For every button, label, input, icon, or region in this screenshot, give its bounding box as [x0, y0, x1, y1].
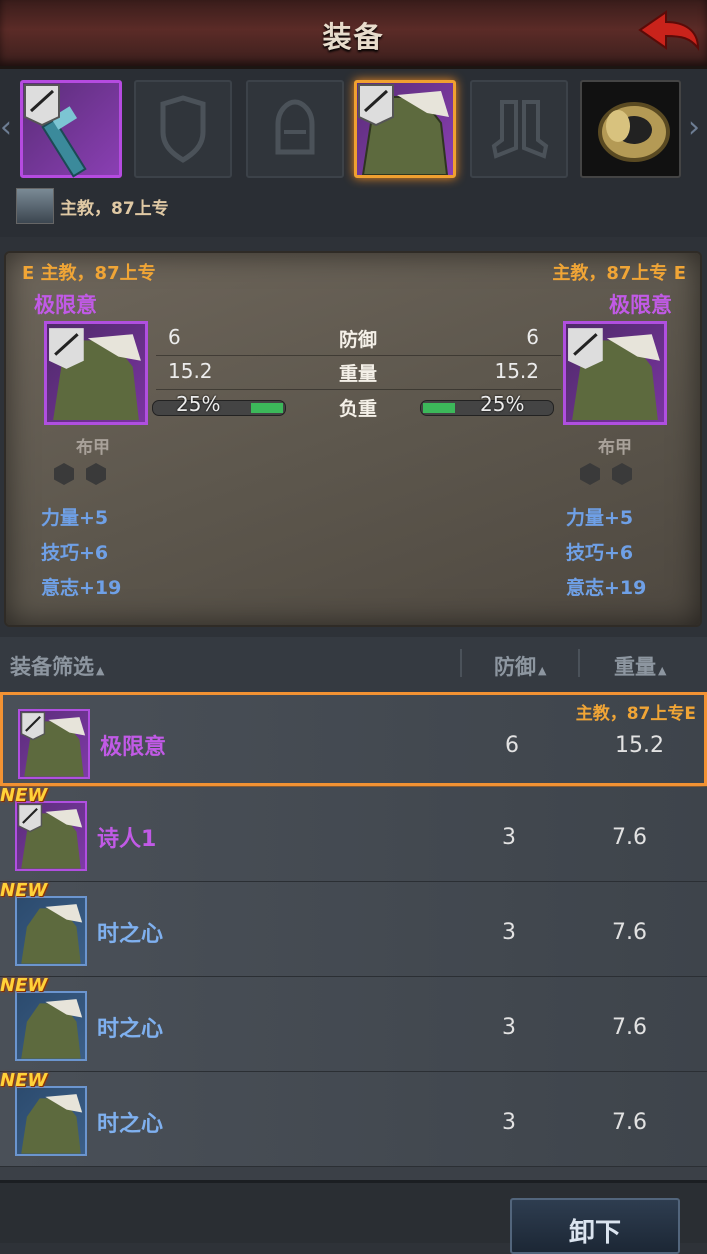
- list-item[interactable]: 时之心 3 7.6 NEW: [0, 975, 707, 1072]
- socket-icon: [86, 463, 106, 485]
- back-arrow-icon[interactable]: [636, 8, 702, 56]
- unequip-button[interactable]: 卸下: [510, 1198, 680, 1254]
- item-weight: 7.6: [612, 1110, 647, 1135]
- header-bar: 装备: [0, 0, 707, 69]
- item-defense: 3: [502, 920, 516, 945]
- defense-header-label: 防御: [494, 655, 536, 679]
- list-item[interactable]: 极限意 6 15.2 主教，87上专E: [0, 692, 707, 786]
- left-attr-skill: 技巧+6: [41, 542, 109, 564]
- item-name: 时之心: [97, 1017, 164, 1042]
- right-item-name: 极限意: [609, 293, 672, 317]
- left-weight-value: 15.2: [168, 359, 213, 383]
- sort-triangle-icon: ▲: [658, 664, 667, 677]
- item-defense: 3: [502, 825, 516, 850]
- slot-ring[interactable]: [580, 80, 681, 178]
- slots-left-arrow-icon[interactable]: ‹: [0, 108, 16, 148]
- equipment-list: 极限意 6 15.2 主教，87上专E 诗人1 3 7.6 NEW 时之心 3 7.6 NEW 时之心 3…: [0, 692, 707, 1180]
- item-weight: 7.6: [612, 920, 647, 945]
- filter-label: 装备筛选: [10, 655, 94, 679]
- item-owner: 主教，87上专E: [575, 704, 696, 724]
- shield-icon: [160, 95, 206, 163]
- right-defense-value: 6: [526, 325, 539, 349]
- item-weight: 15.2: [615, 733, 664, 758]
- page-title: 装备: [322, 20, 385, 54]
- defense-sort-button[interactable]: 防御 ▲: [494, 651, 546, 681]
- item-name: 极限意: [100, 735, 167, 760]
- item-weight: 7.6: [612, 825, 647, 850]
- item-weight: 7.6: [612, 1015, 647, 1040]
- armor-icon: [15, 1086, 87, 1156]
- weight-sort-button[interactable]: 重量 ▲: [614, 651, 666, 681]
- divider: [578, 649, 580, 677]
- compare-panel: E 主教，87上专 主教，87上专 E 极限意 极限意 6 防御 6 15.2 …: [4, 251, 702, 627]
- item-defense: 3: [502, 1015, 516, 1040]
- stat-row-load: 25% 负重 25%: [152, 390, 564, 424]
- left-load-value: 25%: [176, 392, 221, 416]
- new-badge: NEW: [0, 880, 48, 901]
- filter-sort-button[interactable]: 装备筛选 ▲: [10, 651, 104, 681]
- right-owner-label: 主教，87上专 E: [552, 263, 686, 284]
- item-name: 时之心: [97, 1112, 164, 1137]
- left-armor-icon: [44, 321, 148, 425]
- item-defense: 6: [505, 733, 519, 758]
- slot-weapon[interactable]: [20, 80, 122, 178]
- list-item[interactable]: 诗人1 3 7.6 NEW: [0, 785, 707, 882]
- sort-triangle-icon: ▲: [96, 664, 105, 677]
- divider: [460, 649, 462, 677]
- new-badge: NEW: [0, 785, 48, 806]
- list-item[interactable]: 时之心 3 7.6 NEW: [0, 1070, 707, 1167]
- armor-icon: [15, 801, 87, 871]
- armor-icon: [18, 709, 90, 779]
- weight-label: 重量: [338, 363, 377, 385]
- stat-row-defense: 6 防御 6: [156, 321, 561, 356]
- armor-icon: [358, 84, 449, 176]
- ring-icon: [598, 102, 670, 162]
- socket-icon: [612, 463, 632, 485]
- left-item-name: 极限意: [34, 293, 97, 317]
- item-name: 时之心: [97, 922, 164, 947]
- slot-helmet[interactable]: [246, 80, 344, 178]
- right-load-value: 25%: [480, 392, 525, 416]
- left-attr-strength: 力量+5: [41, 507, 109, 529]
- owner-label: 主教，87上专: [60, 199, 169, 219]
- right-attr-strength: 力量+5: [566, 507, 634, 529]
- helmet-icon: [275, 99, 315, 155]
- unequip-label: 卸下: [568, 1218, 621, 1248]
- left-attr-will: 意志+19: [41, 577, 122, 599]
- right-load-fill: [423, 403, 455, 413]
- right-type-label: 布甲: [598, 438, 632, 458]
- slot-shield[interactable]: [134, 80, 232, 178]
- left-defense-value: 6: [168, 325, 181, 349]
- left-owner-label: E 主教，87上专: [22, 263, 156, 284]
- stat-row-weight: 15.2 重量 15.2: [156, 355, 561, 390]
- list-header: 装备筛选 ▲ 防御 ▲ 重量 ▲: [0, 637, 707, 692]
- boots-icon: [491, 100, 549, 159]
- weight-header-label: 重量: [614, 655, 656, 679]
- slot-boots[interactable]: [470, 80, 568, 178]
- item-name: 诗人1: [97, 827, 157, 852]
- right-attr-will: 意志+19: [566, 577, 647, 599]
- left-load-fill: [251, 403, 283, 413]
- armor-icon: [15, 896, 87, 966]
- staff-icon: [24, 84, 87, 178]
- armor-icon: [15, 991, 87, 1061]
- new-badge: NEW: [0, 975, 48, 996]
- defense-label: 防御: [338, 329, 377, 351]
- slots-right-arrow-icon[interactable]: ›: [688, 108, 704, 148]
- avatar: [16, 188, 54, 224]
- new-badge: NEW: [0, 1070, 48, 1091]
- right-weight-value: 15.2: [494, 359, 539, 383]
- slot-armor-selected[interactable]: [354, 80, 456, 178]
- right-attr-skill: 技巧+6: [566, 542, 634, 564]
- item-defense: 3: [502, 1110, 516, 1135]
- socket-icon: [580, 463, 600, 485]
- right-armor-icon: [563, 321, 667, 425]
- left-type-label: 布甲: [76, 438, 110, 458]
- load-label: 负重: [338, 398, 377, 420]
- sort-triangle-icon: ▲: [538, 664, 547, 677]
- list-item[interactable]: 时之心 3 7.6 NEW: [0, 880, 707, 977]
- socket-icon: [54, 463, 74, 485]
